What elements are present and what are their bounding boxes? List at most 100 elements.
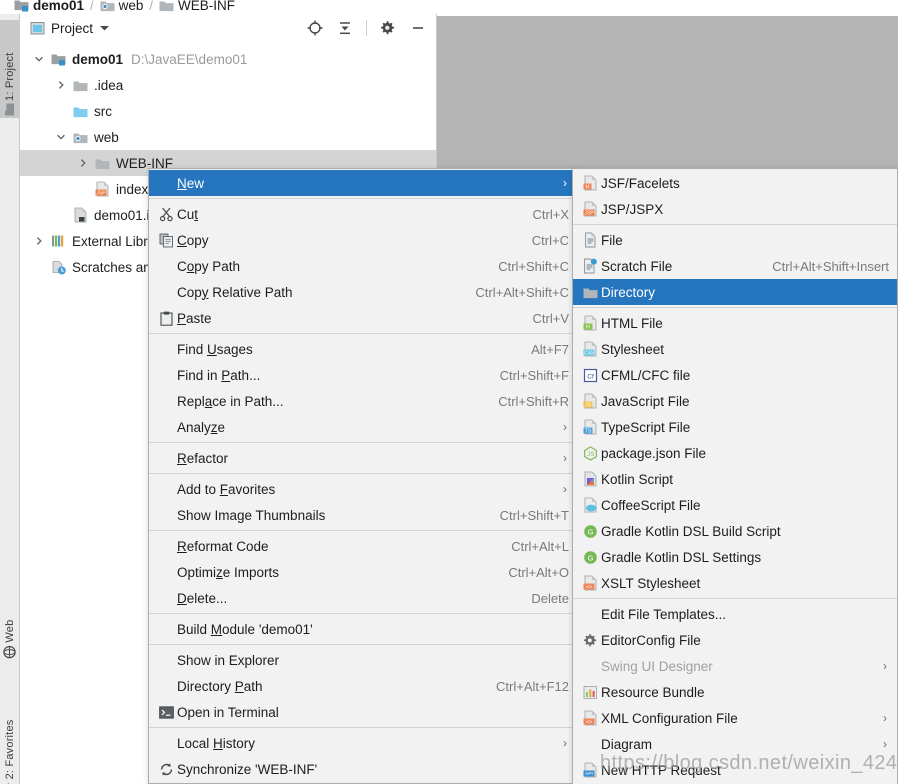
breadcrumb-item-demo01[interactable]: demo01 — [14, 0, 84, 13]
tree-node-web[interactable]: web — [20, 124, 436, 150]
menu-item-stylesheet[interactable]: CSS Stylesheet — [573, 336, 897, 362]
menu-item-new[interactable]: New › — [149, 170, 577, 196]
menu-item-label: Show in Explorer — [177, 652, 280, 668]
menu-item-copy-relative-path[interactable]: Copy Relative Path Ctrl+Alt+Shift+C — [149, 279, 577, 305]
menu-item-label: Diagram — [601, 736, 653, 752]
gear-icon[interactable] — [376, 17, 400, 39]
new-submenu: H JSF/Facelets JSP JSP/JSPX File Scratch File… — [572, 168, 898, 784]
menu-item-optimize-imports[interactable]: Optimize Imports Ctrl+Alt+O — [149, 559, 577, 585]
menu-item-cut[interactable]: Cut Ctrl+X — [149, 201, 577, 227]
menu-item-shortcut: Ctrl+V — [532, 310, 569, 326]
folder-icon — [73, 79, 88, 92]
breadcrumb-item-web-inf[interactable]: WEB-INF — [159, 0, 235, 13]
tool-window-tab-favorites[interactable]: 2: Favorites — [0, 686, 20, 784]
menu-separator — [573, 224, 897, 225]
menu-item-paste[interactable]: Paste Ctrl+V — [149, 305, 577, 331]
menu-item-show-image-thumbnails[interactable]: Show Image Thumbnails Ctrl+Shift+T — [149, 502, 577, 528]
menu-item-jsp-jspx[interactable]: JSP JSP/JSPX — [573, 196, 897, 222]
tree-node-src[interactable]: src — [20, 98, 436, 124]
menu-item-resource-bundle[interactable]: Resource Bundle — [573, 679, 897, 705]
chevron-right-icon: › — [563, 420, 567, 434]
menu-item-replace-in-path[interactable]: Replace in Path... Ctrl+Shift+R — [149, 388, 577, 414]
menu-item-label: File — [601, 232, 623, 248]
menu-item-synchronize--web-inf[interactable]: Synchronize 'WEB-INF' — [149, 756, 577, 782]
chevron-right-icon[interactable] — [74, 158, 92, 168]
menu-item-copy[interactable]: Copy Ctrl+C — [149, 227, 577, 253]
menu-item-shortcut: Ctrl+Alt+O — [508, 564, 569, 580]
menu-item-xslt-stylesheet[interactable]: <> XSLT Stylesheet — [573, 570, 897, 596]
menu-separator — [149, 644, 577, 645]
menu-item-gradle-kotlin-dsl-settings[interactable]: G Gradle Kotlin DSL Settings — [573, 544, 897, 570]
menu-item-jsf-facelets[interactable]: H JSF/Facelets — [573, 170, 897, 196]
chevron-right-icon: › — [563, 736, 567, 750]
menu-item-label: JavaScript File — [601, 393, 690, 409]
chevron-down-icon[interactable] — [52, 132, 70, 142]
menu-item-directory-path[interactable]: Directory Path Ctrl+Alt+F12 — [149, 673, 577, 699]
tree-node-label: .idea — [94, 77, 124, 93]
menu-item-label: Replace in Path... — [177, 393, 284, 409]
menu-item-xml-configuration-file[interactable]: <> XML Configuration File › — [573, 705, 897, 731]
menu-item-reformat-code[interactable]: Reformat Code Ctrl+Alt+L — [149, 533, 577, 559]
menu-item-show-in-explorer[interactable]: Show in Explorer — [149, 647, 577, 673]
menu-separator — [149, 442, 577, 443]
menu-item-editorconfig-file[interactable]: EditorConfig File — [573, 627, 897, 653]
menu-item-label: Build Module 'demo01' — [177, 621, 313, 637]
breadcrumb-separator: / — [90, 0, 94, 13]
menu-item-shortcut: Ctrl+C — [531, 232, 569, 248]
js-file-icon: JS — [583, 393, 598, 409]
menu-item-new-http-request[interactable]: API New HTTP Request — [573, 757, 897, 783]
menu-item-scratch-file[interactable]: Scratch File Ctrl+Alt+Shift+Insert — [573, 253, 897, 279]
menu-item-label: New HTTP Request — [601, 762, 721, 778]
jsp-file-icon: JSP — [583, 201, 598, 217]
breadcrumb-item-web[interactable]: web — [100, 0, 144, 13]
menu-item-typescript-file[interactable]: TS TypeScript File — [573, 414, 897, 440]
menu-item-shortcut: Ctrl+Alt+F12 — [496, 678, 569, 694]
tool-window-tab-project[interactable]: 1: Project — [0, 20, 20, 118]
chevron-right-icon[interactable] — [52, 80, 70, 90]
menu-item-label: Show Image Thumbnails — [177, 507, 326, 523]
menu-item-refactor[interactable]: Refactor › — [149, 445, 577, 471]
menu-item-add-to-favorites[interactable]: Add to Favorites › — [149, 476, 577, 502]
menu-item-delete[interactable]: Delete... Delete — [149, 585, 577, 611]
menu-separator — [573, 598, 897, 599]
menu-item-build-module--demo01[interactable]: Build Module 'demo01' — [149, 616, 577, 642]
menu-separator — [149, 333, 577, 334]
menu-item-find-in-path[interactable]: Find in Path... Ctrl+Shift+F — [149, 362, 577, 388]
context-menu: New › Cut Ctrl+X Copy Ctrl+C Copy Path Ctrl+Shi… — [148, 168, 578, 784]
menu-item-edit-file-templates[interactable]: Edit File Templates... — [573, 601, 897, 627]
menu-item-label: Edit File Templates... — [601, 606, 727, 622]
tree-node--idea[interactable]: .idea — [20, 72, 436, 98]
jsp-file-icon: JSP — [95, 181, 110, 197]
menu-item-open-in-terminal[interactable]: Open in Terminal — [149, 699, 577, 725]
chevron-right-icon[interactable] — [30, 236, 48, 246]
menu-item-gradle-kotlin-dsl-build-script[interactable]: G Gradle Kotlin DSL Build Script — [573, 518, 897, 544]
menu-item-find-usages[interactable]: Find Usages Alt+F7 — [149, 336, 577, 362]
menu-item-label: HTML File — [601, 315, 663, 331]
menu-item-coffeescript-file[interactable]: CoffeeScript File — [573, 492, 897, 518]
chevron-down-icon[interactable] — [30, 54, 48, 64]
minimize-icon[interactable] — [406, 17, 430, 39]
gear-icon — [583, 633, 598, 648]
tool-window-tab-web[interactable]: Web — [0, 614, 20, 662]
menu-item-javascript-file[interactable]: JS JavaScript File — [573, 388, 897, 414]
menu-item-cfml-cfc-file[interactable]: Cf CFML/CFC file — [573, 362, 897, 388]
collapse-all-icon[interactable] — [333, 17, 357, 39]
menu-item-package-json-file[interactable]: JS package.json File — [573, 440, 897, 466]
paste-icon — [159, 311, 174, 326]
menu-item-diagram[interactable]: Diagram › — [573, 731, 897, 757]
nodejs-icon: JS — [583, 445, 598, 461]
menu-item-copy-path[interactable]: Copy Path Ctrl+Shift+C — [149, 253, 577, 279]
locate-icon[interactable] — [303, 17, 327, 39]
menu-item-directory[interactable]: Directory — [573, 279, 897, 305]
menu-item-kotlin-script[interactable]: Kotlin Script — [573, 466, 897, 492]
menu-item-file[interactable]: File — [573, 227, 897, 253]
menu-item-analyze[interactable]: Analyze › — [149, 414, 577, 440]
scratch-file-icon — [582, 258, 598, 274]
menu-separator — [149, 613, 577, 614]
menu-item-label: Reformat Code — [177, 538, 269, 554]
tree-node-demo01[interactable]: demo01 D:\JavaEE\demo01 — [20, 46, 436, 72]
chevron-down-icon[interactable] — [99, 24, 110, 32]
menu-item-html-file[interactable]: H HTML File — [573, 310, 897, 336]
breadcrumb-item-label: web — [118, 0, 144, 13]
menu-item-local-history[interactable]: Local History › — [149, 730, 577, 756]
